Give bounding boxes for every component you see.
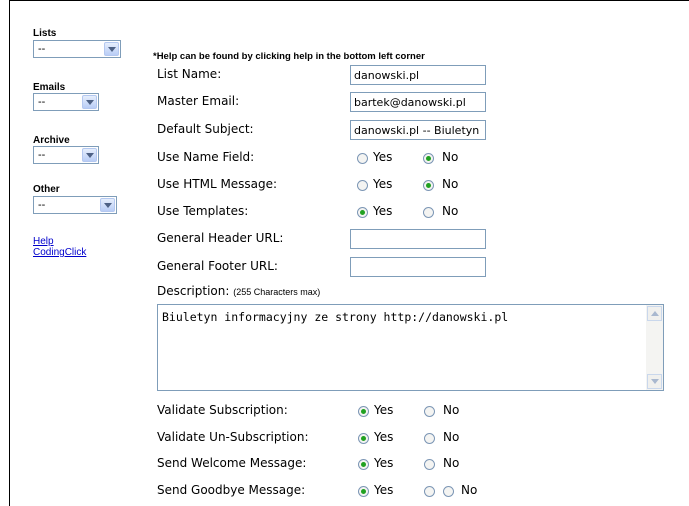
send-goodbye-message-no-radio[interactable] [443,486,454,497]
general-header-url-label: General Header URL: [157,231,284,245]
use-name-field-yes-radio[interactable] [357,153,368,164]
use-templates-no-radio[interactable] [423,207,434,218]
use-templates-no-label: No [442,204,459,218]
description-textarea[interactable]: Biuletyn informacyjny ze strony http://d… [157,304,664,391]
description-label-text: Description: [157,284,230,298]
send-welcome-message-yes-label: Yes [374,456,394,470]
help-note: *Help can be found by clicking help in t… [153,51,425,62]
list-name-label: List Name: [157,67,222,81]
use-templates-yes-label: Yes [373,204,393,218]
default-subject-value: danowski.pl -- Biuletyn [354,124,480,137]
validate-subscription-no-radio[interactable] [424,406,435,417]
general-header-url-input[interactable] [350,229,486,249]
other-select-value: -- [38,199,46,211]
use-html-message-no-radio[interactable] [423,180,434,191]
archive-select[interactable]: -- [33,146,99,164]
use-name-field-no-radio[interactable] [423,153,434,164]
validate-subscription-yes-label: Yes [374,403,394,417]
use-name-field-yes-label: Yes [373,150,393,164]
codingclick-link[interactable]: CodingClick [33,247,86,258]
use-name-field-label: Use Name Field: [157,150,255,164]
chevron-down-icon[interactable] [82,95,97,109]
chevron-down-icon[interactable] [104,42,119,56]
validate-unsubscription-yes-label: Yes [374,430,394,444]
emails-select[interactable]: -- [33,93,99,111]
archive-heading: Archive [33,135,70,146]
use-html-message-yes-radio[interactable] [357,180,368,191]
use-html-message-no-label: No [442,177,459,191]
master-email-label: Master Email: [157,94,240,108]
description-hint: (255 Characters max) [233,287,321,297]
use-templates-yes-radio[interactable] [357,207,368,218]
scroll-up-icon[interactable] [647,306,662,321]
description-value: Biuletyn informacyjny ze strony http://d… [162,310,509,324]
send-goodbye-message-extra-radio[interactable] [424,486,435,497]
archive-select-value: -- [38,149,46,161]
use-html-message-label: Use HTML Message: [157,177,278,191]
use-html-message-yes-label: Yes [373,177,393,191]
chevron-down-icon[interactable] [82,148,97,162]
validate-unsubscription-label: Validate Un-Subscription: [157,430,309,444]
validate-subscription-no-label: No [443,403,460,417]
send-goodbye-message-yes-radio[interactable] [358,486,369,497]
use-templates-label: Use Templates: [157,204,249,218]
validate-unsubscription-no-radio[interactable] [424,433,435,444]
use-name-field-no-label: No [442,150,459,164]
send-welcome-message-no-label: No [443,456,460,470]
validate-unsubscription-no-label: No [443,430,460,444]
validate-unsubscription-yes-radio[interactable] [358,433,369,444]
lists-heading: Lists [33,28,57,39]
lists-select-value: -- [38,43,46,55]
other-select[interactable]: -- [33,196,117,214]
send-welcome-message-label: Send Welcome Message: [157,456,307,470]
send-welcome-message-no-radio[interactable] [424,459,435,470]
description-scrollbar[interactable] [646,305,663,390]
send-welcome-message-yes-radio[interactable] [358,459,369,470]
emails-heading: Emails [33,82,66,93]
master-email-value: bartek@danowski.pl [354,96,466,109]
emails-select-value: -- [38,96,46,108]
other-heading: Other [33,184,60,195]
description-label: Description: (255 Characters max) [157,284,320,298]
general-footer-url-input[interactable] [350,257,486,277]
send-goodbye-message-yes-label: Yes [374,483,394,497]
general-footer-url-label: General Footer URL: [157,259,278,273]
scroll-down-icon[interactable] [647,374,662,389]
default-subject-input[interactable]: danowski.pl -- Biuletyn [350,120,486,140]
list-name-value: danowski.pl [354,69,420,82]
lists-select[interactable]: -- [33,40,121,58]
master-email-input[interactable]: bartek@danowski.pl [350,92,486,112]
chevron-down-icon[interactable] [100,198,115,212]
help-link[interactable]: Help [33,236,54,247]
validate-subscription-yes-radio[interactable] [358,406,369,417]
send-goodbye-message-label: Send Goodbye Message: [157,483,306,497]
content-frame [9,0,689,506]
validate-subscription-label: Validate Subscription: [157,403,288,417]
list-name-input[interactable]: danowski.pl [350,65,486,85]
send-goodbye-message-no-label: No [461,483,478,497]
default-subject-label: Default Subject: [157,122,254,136]
